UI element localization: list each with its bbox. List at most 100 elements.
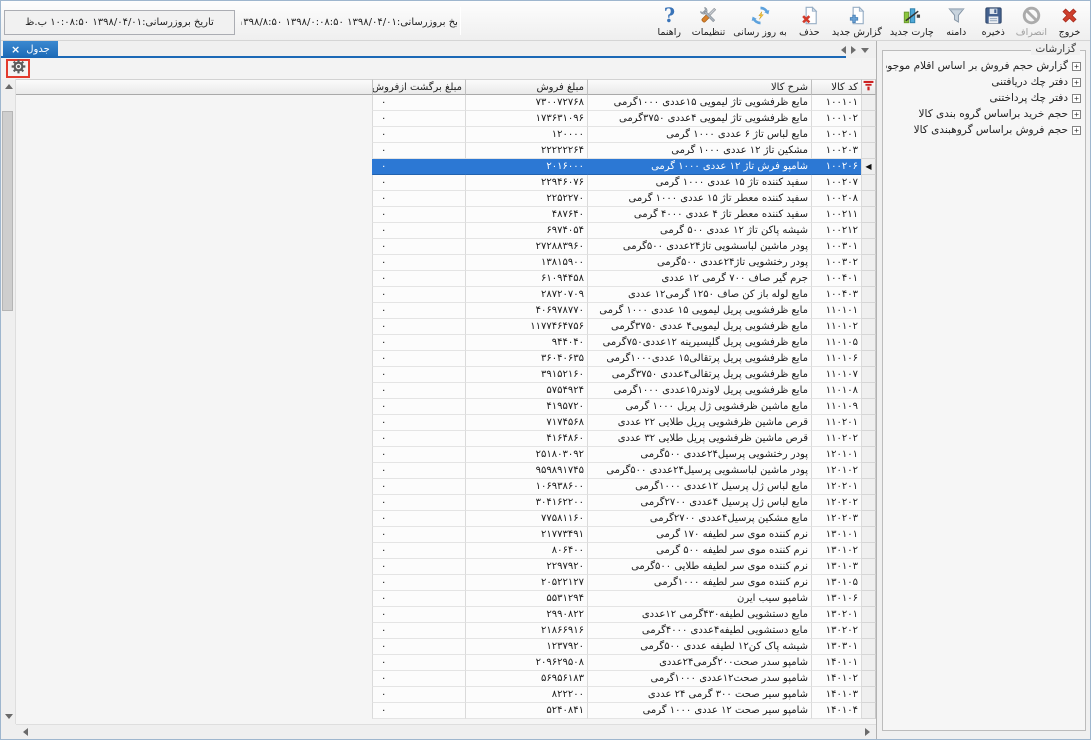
cell-ret[interactable]: ۰ [372,511,465,527]
row-selector-cell[interactable] [861,527,876,543]
cell-ret[interactable]: ۰ [372,351,465,367]
cell-ret[interactable]: ۰ [372,639,465,655]
table-row[interactable]: ۱۰۰۲۰۸سفید کننده معطر تاژ ۱۵ عددی ۱۰۰۰ گ… [16,191,876,207]
cell-desc[interactable]: پودر رختشویی پرسیل۲۴عددی ۵۰۰گرمی [587,447,811,463]
sidebar-item-2[interactable]: +دفتر چك پرداختنی [886,90,1082,106]
cell-code[interactable]: ۱۳۰۳۰۱ [811,639,861,655]
cell-code[interactable]: ۱۱۰۱۰۹ [811,399,861,415]
cell-ret[interactable]: ۰ [372,127,465,143]
cell-sales[interactable]: ۶۱۰۹۴۴۵۸ [465,271,587,287]
horizontal-scrollbar[interactable] [16,724,876,739]
cell-code[interactable]: ۱۰۰۴۰۳ [811,287,861,303]
table-row[interactable]: ۱۰۰۴۰۳مایع لوله باز کن صاف ۱۲۵۰ گرمی۱۲ ع… [16,287,876,303]
cell-sales[interactable]: ۳۰۴۱۶۲۲۰۰ [465,495,587,511]
cell-desc[interactable]: مشکین تاژ ۱۲ عددی ۱۰۰۰ گرمی [587,143,811,159]
cell-code[interactable]: ۱۰۰۴۰۱ [811,271,861,287]
table-row[interactable]: ۱۰۰۱۰۱مایع ظرفشویی تاژ لیمویی ۱۵عددی ۱۰۰… [16,95,876,111]
tab-scroll-right-icon[interactable] [851,46,856,54]
cell-code[interactable]: ۱۰۰۲۰۳ [811,143,861,159]
toolbar-button-delete[interactable]: حذف [791,2,828,38]
cell-ret[interactable]: ۰ [372,543,465,559]
cell-code[interactable]: ۱۲۰۱۰۲ [811,463,861,479]
cell-sales[interactable]: ۲۹۹۰۸۲۲ [465,607,587,623]
row-selector-cell[interactable] [861,239,876,255]
cell-ret[interactable]: ۰ [372,447,465,463]
cell-desc[interactable]: شیشه پاکن تاژ ۱۲ عددی ۵۰۰ گرمی [587,223,811,239]
tab-list-dropdown-icon[interactable] [861,48,869,53]
cell-desc[interactable]: شامپو فرش تاژ ۱۲ عددی ۱۰۰۰ گرمی [587,159,811,175]
cell-ret[interactable]: ۰ [372,159,465,175]
cell-desc[interactable]: پودر ماشین لباسشویی تاژ۲۴عددی ۵۰۰گرمی [587,239,811,255]
toolbar-button-save[interactable]: ذخیره [975,2,1012,38]
cell-desc[interactable]: مایع لباس تاژ ۶ عددی ۱۰۰۰ گرمی [587,127,811,143]
expand-plus-icon[interactable]: + [1072,110,1081,119]
table-row[interactable]: ۱۰۰۴۰۱جرم گیر صاف ۷۰۰ گرمی ۱۲ عددی۶۱۰۹۴۴… [16,271,876,287]
scroll-up-icon[interactable] [1,79,16,94]
toolbar-button-update[interactable]: به روز رسانی [729,2,791,38]
cell-ret[interactable]: ۰ [372,383,465,399]
cell-sales[interactable]: ۴۰۶۹۷۸۷۷۰ [465,303,587,319]
cell-desc[interactable]: مایع دستشویی لطیفه۴۳۰گرمی ۱۲عددی [587,607,811,623]
cell-code[interactable]: ۱۴۰۱۰۳ [811,687,861,703]
expand-plus-icon[interactable]: + [1072,78,1081,87]
row-selector-cell[interactable] [861,495,876,511]
cell-desc[interactable]: مایع لوله باز کن صاف ۱۲۵۰ گرمی۱۲ عددی [587,287,811,303]
cell-ret[interactable]: ۰ [372,463,465,479]
cell-ret[interactable]: ۰ [372,607,465,623]
cell-ret[interactable]: ۰ [372,671,465,687]
cell-sales[interactable]: ۱۱۷۷۴۶۴۷۵۶ [465,319,587,335]
cell-code[interactable]: ۱۴۰۱۰۱ [811,655,861,671]
toolbar-button-new-chart[interactable]: چارت جدید [886,2,938,38]
row-selector-cell[interactable] [861,319,876,335]
sidebar-item-0[interactable]: +گزارش حجم فروش بر اساس اقلام موجودی [886,58,1082,74]
table-row[interactable]: ۱۲۰۲۰۲مایع لباس ژل پرسیل ۴عددی ۲۷۰۰گرمی۳… [16,495,876,511]
cell-ret[interactable]: ۰ [372,223,465,239]
cell-sales[interactable]: ۱۲۳۷۹۲۰ [465,639,587,655]
sidebar-item-3[interactable]: +حجم خرید براساس گروه بندی كالا [886,106,1082,122]
cell-sales[interactable]: ۲۲۵۲۲۷۰ [465,191,587,207]
cell-desc[interactable]: مایع ظرفشویی پریل پرتقالی۴عددی ۳۷۵۰گرمی [587,367,811,383]
cell-desc[interactable]: نرم کننده موی سر لطیفه ۱۰۰۰گرمی [587,575,811,591]
cell-code[interactable]: ۱۱۰۱۰۵ [811,335,861,351]
row-selector-cell[interactable] [861,175,876,191]
cell-code[interactable]: ۱۳۰۱۰۱ [811,527,861,543]
cell-sales[interactable]: ۱۰۶۹۳۸۶۰۰ [465,479,587,495]
cell-code[interactable]: ۱۳۰۱۰۶ [811,591,861,607]
cell-code[interactable]: ۱۳۰۱۰۲ [811,543,861,559]
cell-sales[interactable]: ۲۷۲۸۸۳۹۶۰ [465,239,587,255]
cell-code[interactable]: ۱۲۰۱۰۱ [811,447,861,463]
cell-ret[interactable]: ۰ [372,591,465,607]
cell-desc[interactable]: مایع لباس ژل پرسیل ۴عددی ۲۷۰۰گرمی [587,495,811,511]
cell-sales[interactable]: ۷۷۵۸۱۱۶۰ [465,511,587,527]
cell-ret[interactable]: ۰ [372,687,465,703]
cell-sales[interactable]: ۴۱۶۴۸۶۰ [465,431,587,447]
row-selector-cell[interactable] [861,207,876,223]
table-row[interactable]: ۱۲۰۲۰۱مایع لباس ژل پرسیل ۱۲عددی ۱۰۰۰گرمی… [16,479,876,495]
cell-desc[interactable]: شیشه پاک کن۱۲ لطیفه عددی ۵۰۰گرمی [587,639,811,655]
cell-sales[interactable]: ۹۴۴۰۴۰ [465,335,587,351]
table-row[interactable]: ۱۰۰۲۱۱سفید کننده معطر تاژ ۴ عددی ۴۰۰۰ گر… [16,207,876,223]
toolbar-button-settings[interactable]: تنظیمات [688,2,730,38]
cell-code[interactable]: ۱۱۰۱۰۷ [811,367,861,383]
cell-sales[interactable]: ۵۶۹۵۶۱۸۳ [465,671,587,687]
table-row[interactable]: ۱۳۰۱۰۳نرم کننده موی سر لطیفه طلایی ۵۰۰گر… [16,559,876,575]
table-row[interactable]: ۱۳۰۱۰۱نرم کننده موی سر لطیفه ۱۷۰ گرمی۲۱۷… [16,527,876,543]
cell-desc[interactable]: شامپو سیر صحت ۳۰۰ گرمی ۲۴ عددی [587,687,811,703]
cell-ret[interactable]: ۰ [372,95,465,111]
table-row[interactable]: ۱۴۰۱۰۳شامپو سیر صحت ۳۰۰ گرمی ۲۴ عددی۸۲۲۲… [16,687,876,703]
cell-ret[interactable]: ۰ [372,175,465,191]
cell-desc[interactable]: جرم گیر صاف ۷۰۰ گرمی ۱۲ عددی [587,271,811,287]
cell-sales[interactable]: ۵۲۴۰۸۴۱ [465,703,587,719]
column-header-desc[interactable]: شرح کالا [587,79,811,95]
cell-ret[interactable]: ۰ [372,415,465,431]
scroll-right-icon[interactable] [860,725,875,739]
table-row[interactable]: ۱۰۰۲۰۱مایع لباس تاژ ۶ عددی ۱۰۰۰ گرمی۱۲۰۰… [16,127,876,143]
cell-code[interactable]: ۱۱۰۱۰۸ [811,383,861,399]
cell-ret[interactable]: ۰ [372,623,465,639]
cell-code[interactable]: ۱۰۰۲۰۸ [811,191,861,207]
table-row[interactable]: ۱۲۰۲۰۳مایع مشکین پرسیل۴عددی ۲۷۰۰گرمی۷۷۵۸… [16,511,876,527]
cell-sales[interactable]: ۲۱۸۶۶۹۱۶ [465,623,587,639]
cell-sales[interactable]: ۳۹۱۵۲۱۶۰ [465,367,587,383]
cell-code[interactable]: ۱۱۰۱۰۲ [811,319,861,335]
cell-ret[interactable]: ۰ [372,527,465,543]
